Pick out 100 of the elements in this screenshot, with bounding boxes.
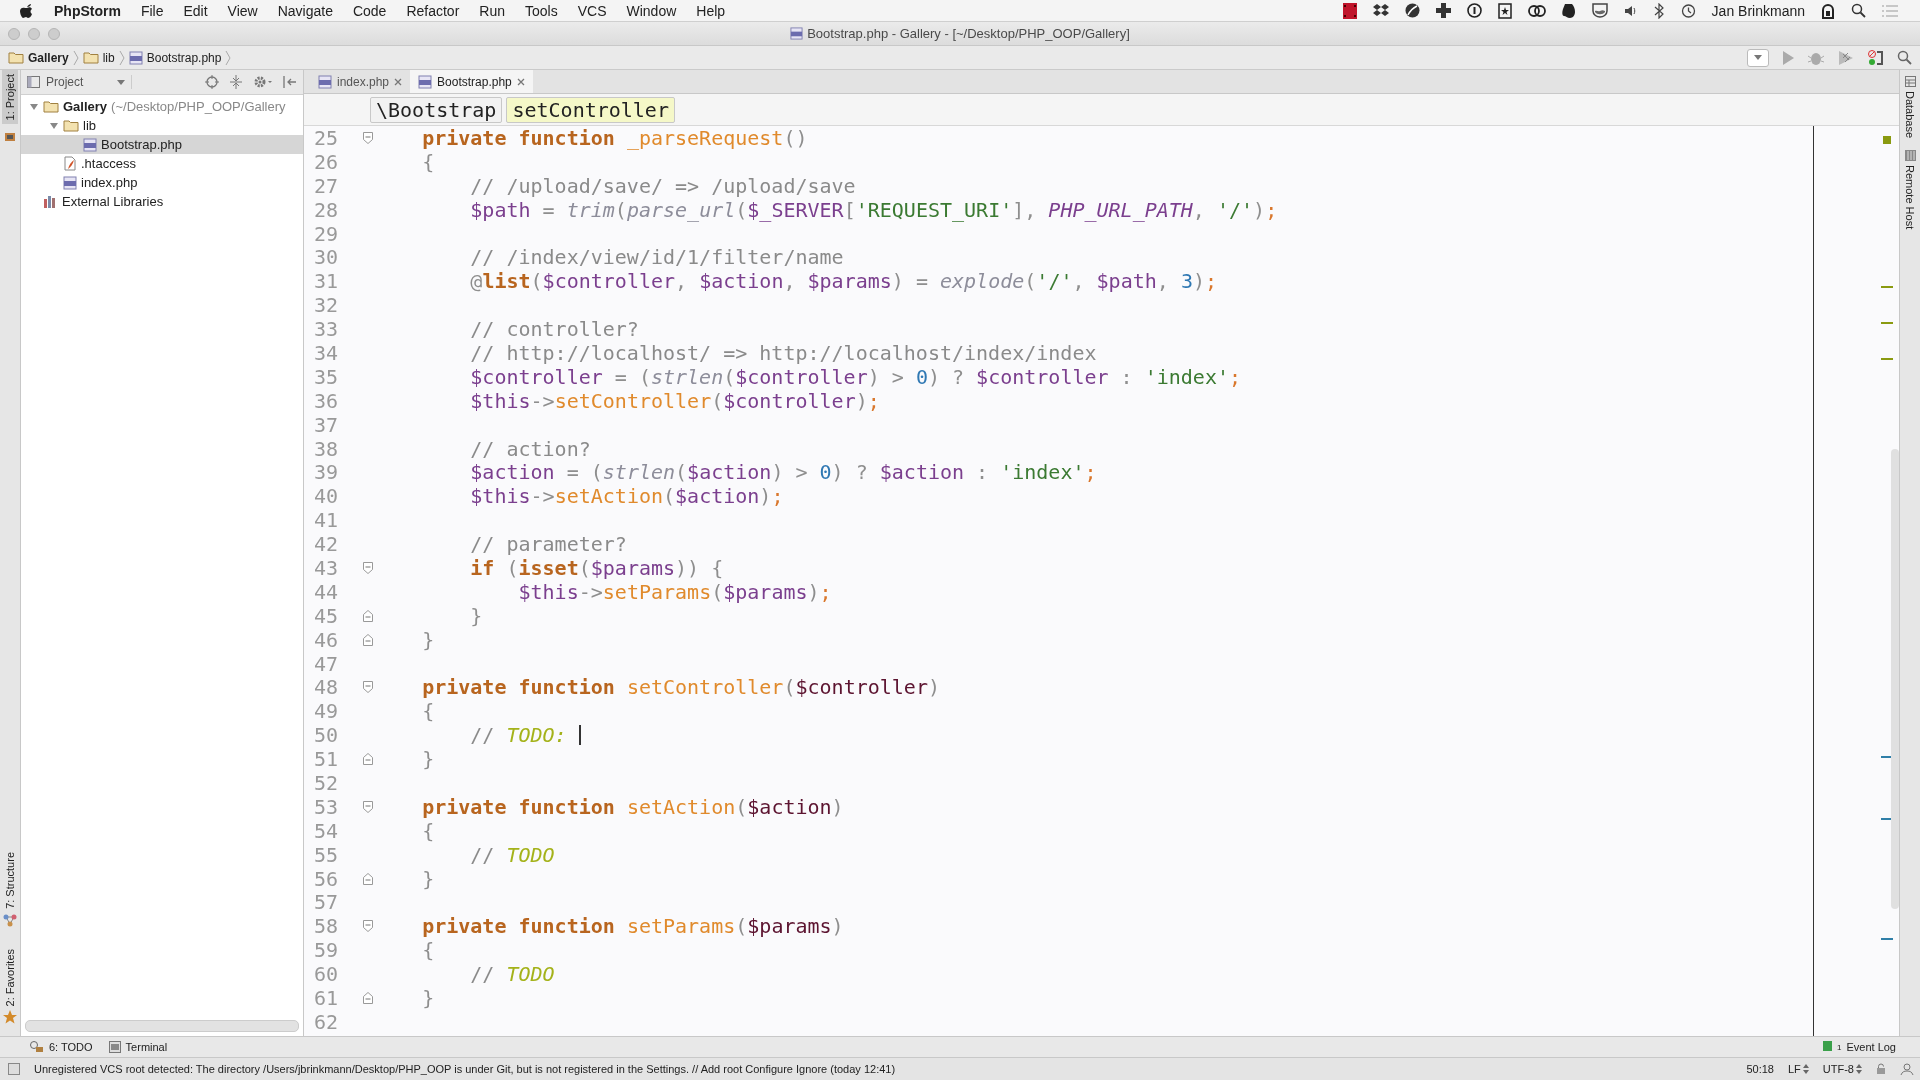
encoding-selector[interactable]: UTF-8 <box>1822 1063 1862 1075</box>
code-line: } <box>469 603 483 628</box>
blob-icon[interactable] <box>1561 2 1576 19</box>
fold-icon[interactable] <box>363 633 373 646</box>
settings-icon[interactable] <box>253 75 273 89</box>
code-line: // controller? <box>469 317 639 342</box>
fold-icon[interactable] <box>363 753 373 766</box>
line-number: 58 <box>312 914 338 939</box>
tool-window-tab[interactable]: 1: Project <box>2 70 18 125</box>
menu-item[interactable]: Edit <box>183 2 208 19</box>
box-icon[interactable] <box>4 130 16 143</box>
menu-item[interactable]: Help <box>696 2 726 19</box>
event-log-button[interactable]: 1 Event Log <box>1823 1041 1920 1053</box>
line-number: 44 <box>312 579 338 604</box>
app-menu[interactable]: PhpStorm <box>54 2 121 19</box>
tree-item[interactable]: .htaccess <box>21 154 303 173</box>
tool-window-tab[interactable]: Remote Host <box>1900 144 1920 236</box>
shield-play-icon[interactable] <box>1837 49 1855 66</box>
fold-icon[interactable] <box>363 131 373 144</box>
rings-icon[interactable] <box>1527 3 1546 18</box>
tree-item[interactable]: Gallery (~/Desktop/PHP_OOP/Gallery <box>21 97 303 116</box>
editor-tab[interactable]: index.php <box>310 70 411 93</box>
tree-item[interactable]: index.php <box>21 173 303 192</box>
tool-window-tab[interactable]: Database <box>1900 70 1920 145</box>
tool-window-tab[interactable]: 2: Favorites <box>1 944 19 1028</box>
menu-item[interactable]: Code <box>352 2 387 19</box>
cross-icon[interactable] <box>1435 3 1451 18</box>
code-line: } <box>421 747 435 772</box>
menu-item[interactable]: Refactor <box>406 2 460 19</box>
bookmark-icon[interactable] <box>1497 2 1512 19</box>
editor-tab[interactable]: Bootstrap.php <box>410 70 533 93</box>
code-line: @list($controller, $action, $params) = explode('/', $path, 3); <box>469 269 1217 294</box>
leaf-icon[interactable] <box>1404 3 1420 18</box>
line-number: 26 <box>312 149 338 174</box>
code-line: private function setAction($action) <box>421 794 844 819</box>
line-ending-selector[interactable]: LF <box>1788 1063 1809 1075</box>
run-config-dropdown[interactable] <box>1747 48 1769 67</box>
hide-panel-icon[interactable] <box>283 75 297 89</box>
menu-item[interactable]: Tools <box>525 2 558 19</box>
film-icon[interactable] <box>1342 2 1357 19</box>
code-line: // parameter? <box>469 532 627 557</box>
code-line: { <box>421 149 435 174</box>
updown-icon <box>1802 1064 1809 1074</box>
apple-icon[interactable] <box>20 2 34 19</box>
caret-icon <box>1754 55 1762 60</box>
fold-icon[interactable] <box>363 920 373 933</box>
scope-breadcrumb[interactable]: \Bootstrap <box>370 96 503 123</box>
fold-icon[interactable] <box>363 609 373 622</box>
line-number: 50 <box>312 723 338 748</box>
menu-item[interactable]: Window <box>626 2 677 19</box>
scrollbar-thumb[interactable] <box>1891 449 1899 909</box>
menu-item[interactable]: VCS <box>577 2 607 19</box>
close-icon[interactable] <box>516 77 525 86</box>
arch-icon[interactable] <box>1821 2 1835 19</box>
panel-toggle-icon[interactable] <box>8 1063 20 1075</box>
tool-window-button[interactable]: Terminal <box>108 1041 168 1053</box>
expand-arrow-icon[interactable] <box>29 101 39 112</box>
fold-icon[interactable] <box>363 681 373 694</box>
tree-item[interactable]: lib <box>21 116 303 135</box>
error-stripe-drawing <box>1881 938 1893 940</box>
tree-item[interactable]: Bootstrap.php <box>21 135 303 154</box>
scope-breadcrumb[interactable]: setController <box>506 96 675 123</box>
fold-icon[interactable] <box>363 872 373 885</box>
collapse-icon[interactable] <box>229 75 243 89</box>
info-circle-icon[interactable] <box>1466 3 1482 18</box>
tool-window-tab[interactable]: 7: Structure <box>1 847 19 931</box>
expand-arrow-icon[interactable] <box>49 120 59 131</box>
lock-icon[interactable] <box>1876 1063 1886 1075</box>
fold-icon[interactable] <box>363 561 373 574</box>
fold-icon[interactable] <box>363 800 373 813</box>
menu-item[interactable]: View <box>227 2 258 19</box>
code-line: private function setParams($params) <box>421 914 844 939</box>
updown-icon <box>1856 1064 1862 1074</box>
boxes-icon[interactable] <box>1372 3 1389 18</box>
menu-item[interactable]: Run <box>479 2 505 19</box>
caret-icon <box>117 79 125 85</box>
person-icon[interactable] <box>1900 1062 1914 1076</box>
line-number: 48 <box>312 675 338 700</box>
breadcrumb[interactable]: Gallery <box>8 50 69 65</box>
close-icon[interactable] <box>394 77 403 86</box>
bluetooth-icon[interactable] <box>1653 2 1664 19</box>
line-number: 57 <box>312 890 338 915</box>
scrollbar[interactable] <box>25 1020 299 1032</box>
fold-icon[interactable] <box>363 992 373 1004</box>
speaker-icon[interactable] <box>1623 4 1638 17</box>
menu-item[interactable]: Navigate <box>277 2 333 19</box>
tree-item[interactable]: External Libraries <box>21 192 303 211</box>
crosshair-icon[interactable] <box>205 75 219 89</box>
caret-position[interactable]: 50:18 <box>1746 1063 1774 1075</box>
nodes-icon <box>3 912 17 927</box>
menu-item[interactable]: File <box>140 2 164 19</box>
run-icon[interactable] <box>1781 49 1795 66</box>
user-name[interactable]: Jan Brinkmann <box>1711 2 1805 19</box>
breadcrumb[interactable]: lib <box>82 50 115 65</box>
clock-icon[interactable] <box>1679 2 1696 19</box>
debug-attach-icon[interactable] <box>1867 48 1885 67</box>
tool-window-button[interactable]: 6: TODO <box>30 1041 93 1053</box>
shield-icon[interactable] <box>1591 3 1608 18</box>
breadcrumb[interactable]: Bootstrap.php <box>128 50 222 65</box>
search-icon[interactable] <box>1851 3 1866 18</box>
